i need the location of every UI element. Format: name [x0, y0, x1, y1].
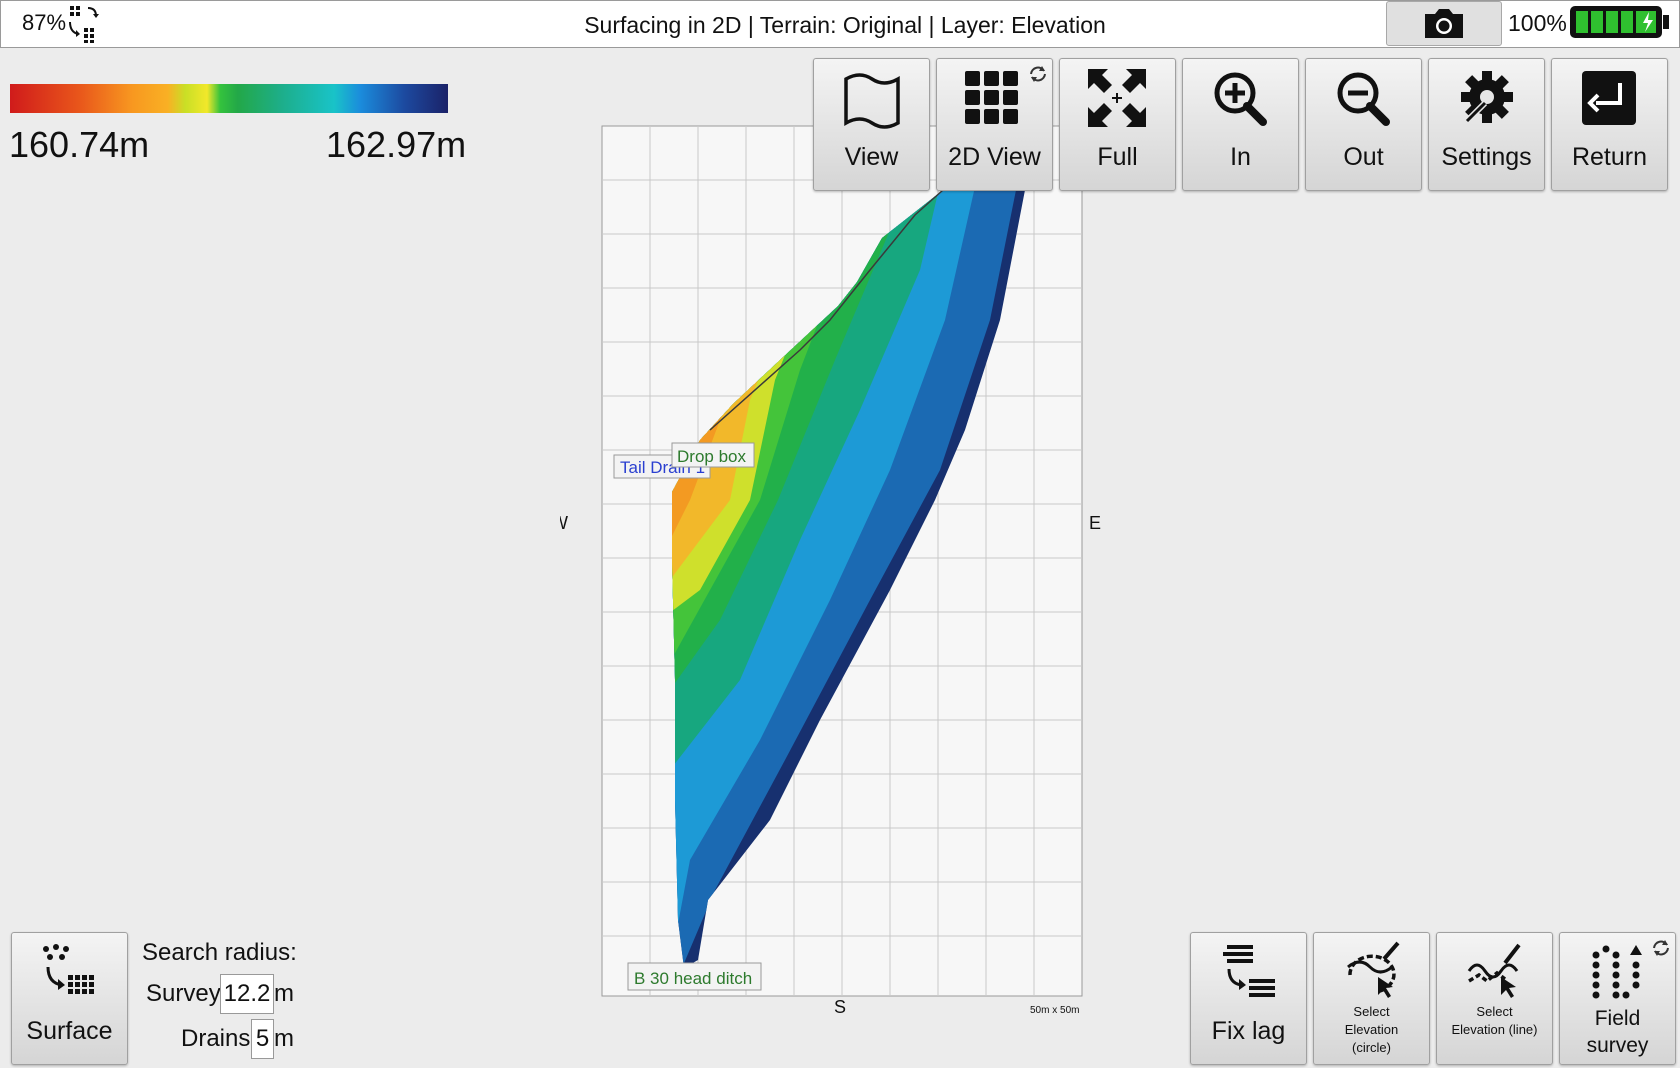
drains-unit: m	[274, 1025, 294, 1052]
2d-view-button[interactable]: 2D View	[936, 58, 1053, 191]
camera-button[interactable]	[1386, 1, 1502, 46]
compass-south: S	[834, 997, 846, 1017]
map-icon	[844, 73, 900, 129]
expand-icon	[1088, 69, 1146, 127]
elevation-map[interactable]: W E S Tail Drain 1 Drop box B 30 head di…	[560, 120, 1120, 1020]
survey-unit: m	[274, 980, 294, 1007]
battery-icon	[1570, 6, 1669, 38]
head-ditch-label[interactable]: B 30 head ditch	[634, 969, 752, 988]
zoom-out-icon	[1337, 72, 1390, 126]
surface-button[interactable]: Surface	[11, 932, 128, 1065]
settings-button-label: Settings	[1441, 143, 1532, 171]
survey-radius-input[interactable]: 12.2	[220, 974, 274, 1014]
surface-button-label: Surface	[26, 1017, 113, 1045]
zoom-in-button[interactable]: In	[1182, 58, 1299, 191]
zoom-in-icon	[1214, 72, 1267, 126]
full-button-label: Full	[1097, 143, 1138, 171]
select-elevation-circle-button[interactable]: Select Elevation (circle)	[1313, 932, 1430, 1065]
battery-percent: 100%	[1508, 10, 1567, 36]
select-line-icon	[1467, 943, 1521, 998]
full-button[interactable]: Full	[1059, 58, 1176, 191]
gear-icon	[1461, 71, 1513, 124]
settings-button[interactable]: Settings	[1428, 58, 1545, 191]
view-button-label: View	[844, 143, 899, 171]
legend-min-value: 160.74m	[9, 124, 150, 165]
survey-label: Survey	[146, 980, 221, 1007]
drains-label: Drains	[181, 1025, 251, 1052]
2d-view-button-label: 2D View	[948, 143, 1041, 171]
return-icon	[1582, 71, 1636, 125]
fix-lag-button[interactable]: Fix lag	[1190, 932, 1307, 1065]
fix-lag-icon	[1223, 945, 1275, 997]
refresh-icon	[1653, 940, 1669, 956]
field-survey-button[interactable]: Field survey	[1559, 932, 1676, 1065]
return-button[interactable]: Return	[1551, 58, 1668, 191]
select-circle-icon	[1347, 941, 1400, 998]
compass-west: W	[560, 513, 568, 533]
surface-icon	[43, 944, 94, 994]
scale-label: 50m x 50m	[1030, 1005, 1080, 1016]
select-elevation-line-button[interactable]: Select Elevation (line)	[1436, 932, 1553, 1065]
compass-east: E	[1089, 513, 1101, 533]
grid-icon	[965, 71, 1018, 124]
elevation-color-scale	[10, 84, 448, 113]
search-radius-label: Search radius:	[142, 939, 297, 966]
zoom-out-button[interactable]: Out	[1305, 58, 1422, 191]
zoom-out-button-label: Out	[1343, 143, 1384, 171]
fix-lag-button-label: Fix lag	[1211, 1017, 1286, 1045]
drop-box-label[interactable]: Drop box	[677, 447, 746, 466]
zoom-in-button-label: In	[1230, 143, 1251, 171]
field-survey-icon	[1592, 945, 1642, 999]
refresh-icon	[1030, 66, 1046, 82]
select-elevation-line-label: Select Elevation (line)	[1451, 1004, 1538, 1037]
drains-radius-input[interactable]: 5	[251, 1019, 274, 1059]
select-elevation-circle-label: Select Elevation (circle)	[1344, 1004, 1399, 1055]
legend-max-value: 162.97m	[326, 124, 467, 165]
camera-icon	[1425, 9, 1463, 38]
view-button[interactable]: View	[813, 58, 930, 191]
field-survey-label: Field survey	[1586, 1007, 1649, 1057]
return-button-label: Return	[1571, 143, 1648, 171]
